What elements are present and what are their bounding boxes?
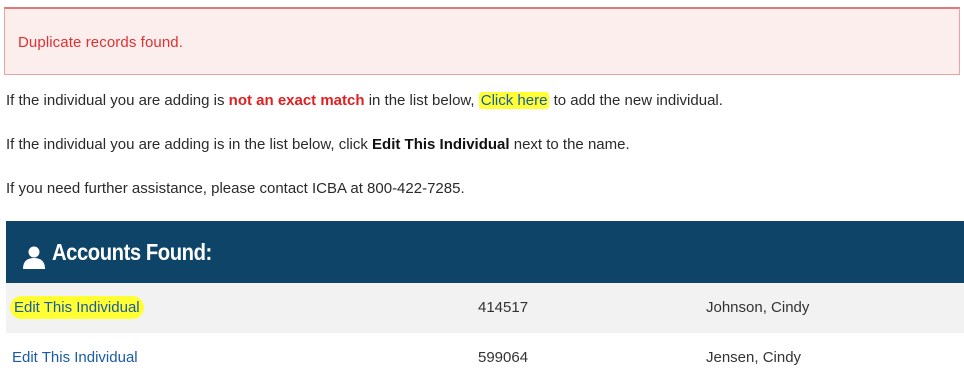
not-exact-match-text: not an exact match — [228, 92, 365, 109]
click-here-link[interactable]: Click here — [478, 92, 550, 109]
edit-individual-reference: Edit This Individual — [372, 136, 510, 153]
account-id: 414517 — [478, 299, 529, 316]
instruction-not-match: If the individual you are adding is not … — [6, 92, 723, 109]
edit-individual-link[interactable]: Edit This Individual — [12, 349, 138, 366]
person-icon — [23, 246, 45, 269]
account-id: 599064 — [478, 349, 529, 366]
accounts-panel-title: Accounts Found: — [52, 239, 212, 265]
accounts-found-panel: Accounts Found: Edit This Individual 414… — [6, 221, 964, 383]
duplicate-alert: Duplicate records found. — [4, 7, 960, 75]
instruction-text: to add the new individual. — [549, 92, 723, 109]
table-row: Edit This Individual 414517 Johnson, Cin… — [6, 283, 964, 333]
table-row: Edit This Individual 599064 Jensen, Cind… — [6, 333, 964, 383]
alert-message: Duplicate records found. — [18, 34, 183, 51]
account-name: Jensen, Cindy — [706, 349, 802, 366]
edit-individual-link[interactable]: Edit This Individual — [10, 296, 144, 319]
instruction-text: next to the name. — [509, 136, 630, 153]
instruction-in-list: If the individual you are adding is in t… — [6, 136, 630, 153]
instruction-text: If the individual you are adding is — [6, 92, 229, 109]
instruction-text: in the list below, — [364, 92, 479, 109]
accounts-panel-header: Accounts Found: — [6, 221, 964, 283]
instruction-contact: If you need further assistance, please c… — [6, 180, 465, 197]
instruction-text: If the individual you are adding is in t… — [6, 136, 373, 153]
account-name: Johnson, Cindy — [706, 299, 810, 316]
